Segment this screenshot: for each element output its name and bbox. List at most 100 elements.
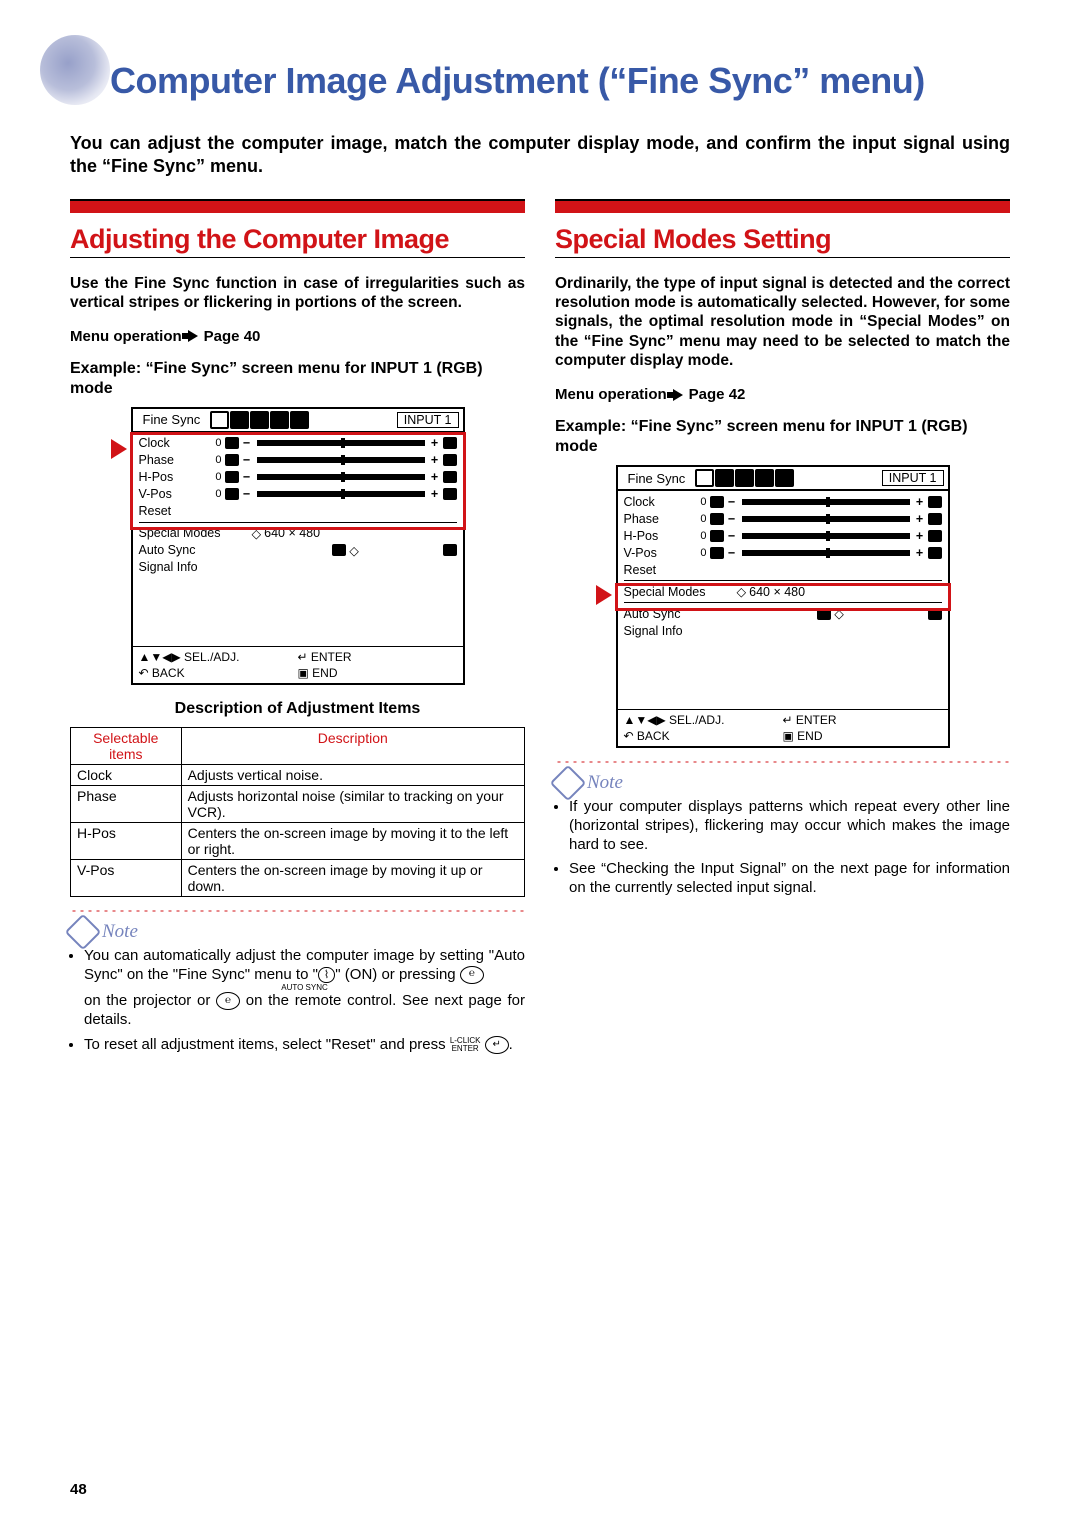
osd-value: 0 <box>691 513 707 525</box>
header-orb-decoration <box>40 35 110 105</box>
highlight-arrow-icon <box>111 439 127 459</box>
osd-tab-icon <box>290 411 309 429</box>
osd-value: 0 <box>206 454 222 466</box>
osd-right-icon <box>443 471 457 483</box>
osd-input-label: INPUT 1 <box>882 470 944 486</box>
diamond-icon: ◇ <box>737 584 747 599</box>
osd-left-icon <box>710 530 724 542</box>
menu-operation-ref: Menu operation Page 42 <box>555 386 1010 403</box>
note-item: If your computer displays patterns which… <box>569 798 1010 854</box>
table-cell: Phase <box>71 785 182 822</box>
osd-item: Phase <box>624 512 688 526</box>
osd-tab-icon <box>735 469 754 487</box>
osd-screenshot-right: Fine Sync INPUT 1 Clock0−+ Phase0−+ H-Po… <box>616 465 950 748</box>
table-cell: Adjusts horizontal noise (similar to tra… <box>181 785 524 822</box>
osd-special-value: 640 × 480 <box>749 585 805 599</box>
note-label: Note <box>102 921 138 943</box>
plus-icon: + <box>430 453 440 467</box>
osd-autosync-icon <box>817 608 831 620</box>
osd-slider <box>742 499 910 505</box>
page-number: 48 <box>70 1481 87 1498</box>
diamond-icon: ◇ <box>252 526 262 541</box>
osd-right-icon <box>928 513 942 525</box>
osd-item: Reset <box>139 504 203 518</box>
example-heading-right: Example: “Fine Sync” screen menu for INP… <box>555 417 1010 457</box>
osd-foot-end: END <box>312 666 337 680</box>
menu-op-page: Page 42 <box>689 386 746 403</box>
table-cell: Centers the on-screen image by moving it… <box>181 859 524 896</box>
note-heading: Note <box>70 919 525 945</box>
plus-icon: + <box>915 546 925 560</box>
osd-tab-icon <box>250 411 269 429</box>
osd-left-icon <box>710 496 724 508</box>
diamond-icon: ◇ <box>349 543 359 558</box>
osd-value: 0 <box>206 488 222 500</box>
dotted-separator <box>70 909 525 913</box>
osd-item: Auto Sync <box>139 543 249 557</box>
plus-icon: + <box>915 495 925 509</box>
osd-tab-icon <box>270 411 289 429</box>
table-cell: Clock <box>71 764 182 785</box>
note-list: You can automatically adjust the compute… <box>70 947 525 1055</box>
osd-left-icon <box>225 471 239 483</box>
autosync-button-icon: ℮ <box>460 966 484 984</box>
left-body: Use the Fine Sync function in case of ir… <box>70 274 525 313</box>
icon-caption: L-CLICKENTER <box>450 1037 481 1053</box>
rule <box>555 257 1010 258</box>
minus-icon: − <box>727 495 737 509</box>
osd-tab-icon <box>755 469 774 487</box>
note-heading: Note <box>555 770 1010 796</box>
osd-item: H-Pos <box>624 529 688 543</box>
osd-title: Fine Sync <box>137 412 207 427</box>
table-header: Selectable items <box>71 727 182 764</box>
osd-left-icon <box>710 513 724 525</box>
arrow-right-icon <box>188 330 198 342</box>
menu-operation-ref: Menu operation Page 40 <box>70 328 525 345</box>
osd-foot-seladj: SEL./ADJ. <box>669 713 724 727</box>
osd-screenshot-left: Fine Sync INPUT 1 Clock0−+ Phase0−+ H-Po… <box>131 407 465 685</box>
osd-autosync-icon <box>928 608 942 620</box>
osd-foot-back: BACK <box>152 666 185 680</box>
desc-table-heading: Description of Adjustment Items <box>70 699 525 719</box>
osd-slider <box>742 533 910 539</box>
osd-left-icon <box>225 488 239 500</box>
minus-icon: − <box>242 453 252 467</box>
table-row: PhaseAdjusts horizontal noise (similar t… <box>71 785 525 822</box>
osd-right-icon <box>928 547 942 559</box>
table-cell: Adjusts vertical noise. <box>181 764 524 785</box>
note-item: See “Checking the Input Signal” on the n… <box>569 860 1010 898</box>
osd-value: 0 <box>691 530 707 542</box>
osd-item: H-Pos <box>139 470 203 484</box>
dotted-separator <box>555 760 1010 764</box>
section-divider <box>555 199 1010 213</box>
osd-foot-enter: ENTER <box>311 650 352 664</box>
osd-item: V-Pos <box>624 546 688 560</box>
arrow-right-icon <box>673 389 683 401</box>
minus-icon: − <box>727 529 737 543</box>
osd-item: Signal Info <box>624 624 734 638</box>
right-body: Ordinarily, the type of input signal is … <box>555 274 1010 371</box>
minus-icon: − <box>242 436 252 450</box>
osd-item: Clock <box>624 495 688 509</box>
rule <box>70 257 525 258</box>
note-list: If your computer displays patterns which… <box>555 798 1010 898</box>
intro-paragraph: You can adjust the computer image, match… <box>70 132 1010 179</box>
osd-left-icon <box>710 547 724 559</box>
osd-left-icon <box>225 454 239 466</box>
plus-icon: + <box>430 436 440 450</box>
osd-tab-icon <box>775 469 794 487</box>
enter-button-icon: ↵ <box>485 1036 509 1054</box>
osd-slider <box>257 457 425 463</box>
table-cell: Centers the on-screen image by moving it… <box>181 822 524 859</box>
menu-op-label: Menu operation <box>555 386 667 403</box>
osd-right-icon <box>928 530 942 542</box>
osd-item: Special Modes <box>139 526 249 540</box>
osd-tab-icon <box>695 469 714 487</box>
osd-slider <box>257 474 425 480</box>
menu-op-label: Menu operation <box>70 328 182 345</box>
osd-right-icon <box>443 437 457 449</box>
osd-foot-seladj: SEL./ADJ. <box>184 650 239 664</box>
osd-item: Phase <box>139 453 203 467</box>
icon-caption: AUTO SYNC <box>84 984 525 992</box>
osd-input-label: INPUT 1 <box>397 412 459 428</box>
